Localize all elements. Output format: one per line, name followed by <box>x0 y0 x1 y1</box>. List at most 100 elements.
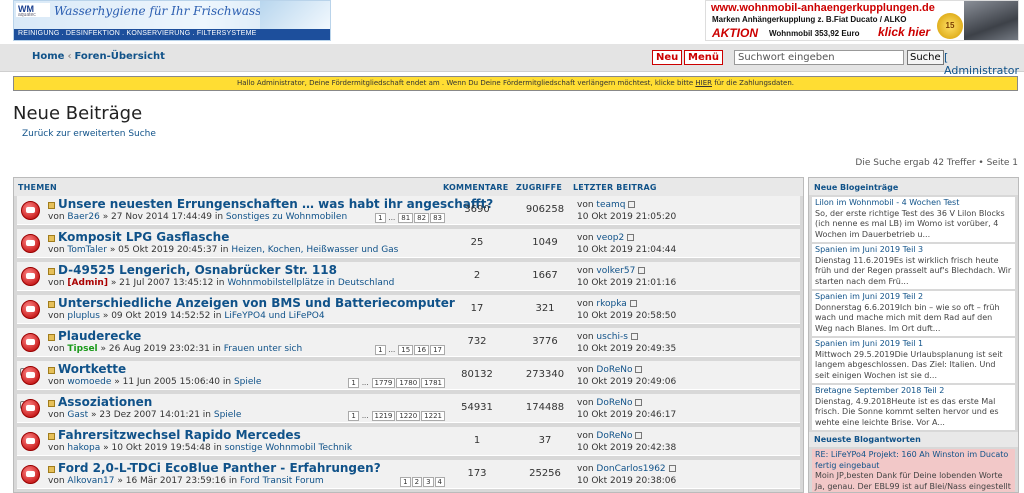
topic-title-link[interactable]: Assoziationen <box>58 395 152 409</box>
last-post-von: von <box>577 233 594 243</box>
new-button[interactable]: Neu <box>652 50 683 65</box>
topic-meta: von Tipsel » 26 Aug 2019 23:02:31 in Fra… <box>48 344 302 354</box>
topic-forum-link[interactable]: Ford Transit Forum <box>240 476 324 486</box>
pagination-page-link[interactable]: 1 <box>375 345 386 355</box>
topic-forum-link[interactable]: Wohnmobilstellplätze in Deutschland <box>227 278 394 288</box>
search-input[interactable] <box>734 50 904 65</box>
pagination-page-link[interactable]: 1781 <box>421 378 445 388</box>
topic-date: » 09 Okt 2019 14:52:52 in <box>102 311 222 321</box>
view-count: 1049 <box>532 237 558 248</box>
pagination-page-link[interactable]: 16 <box>414 345 430 355</box>
topic-forum-link[interactable]: Heizen, Kochen, Heißwasser und Gas <box>231 245 398 255</box>
topic-author-link[interactable]: [Admin] <box>67 278 108 288</box>
topic-title-link[interactable]: Ford 2,0-L-TDCi EcoBlue Panther - Erfahr… <box>58 461 381 475</box>
blog-entry-item[interactable]: Spanien im Juni 2019 Teil 2 Donnerstag 6.… <box>812 291 1015 336</box>
pagination-page-link[interactable]: 17 <box>430 345 445 355</box>
breadcrumb-forum-link[interactable]: Foren-Übersicht <box>74 51 164 62</box>
blog-answer-item[interactable]: RE: LiFeYPo4 Projekt: 160 Ah Winston im … <box>812 449 1015 492</box>
topic-author-link[interactable]: womoede <box>67 377 111 387</box>
pagination-page-link[interactable]: 1 <box>348 411 359 421</box>
topic-author-link[interactable]: Gast <box>67 410 88 420</box>
pagination-page-link[interactable]: 4 <box>434 477 445 487</box>
wm-aquatec-logo: WM aquatec <box>16 3 50 18</box>
topic-forum-link[interactable]: Spiele <box>214 410 242 420</box>
pagination-page-link[interactable]: 1220 <box>396 411 421 421</box>
topic-forum-link[interactable]: Spiele <box>234 377 262 387</box>
pagination-page-link[interactable]: 1 <box>375 213 386 223</box>
blog-entry-title[interactable]: Spanien im Juni 2019 Teil 2 <box>815 292 1012 303</box>
topic-author-link[interactable]: Tipsel <box>67 344 97 354</box>
blog-answer-title[interactable]: RE: LiFeYPo4 Projekt: 160 Ah Winston im … <box>815 450 1012 471</box>
topic-title-link[interactable]: Komposit LPG Gasflasche <box>58 230 229 244</box>
last-post-author-link[interactable]: DoReNo <box>596 365 632 375</box>
topic-title-link[interactable]: Plauderecke <box>58 329 141 343</box>
topic-forum-link[interactable]: sonstige Wohnmobil Technik <box>225 443 352 453</box>
pagination-page-link[interactable]: 1221 <box>421 411 445 421</box>
go-to-post-icon[interactable] <box>635 399 643 406</box>
pagination-page-link[interactable]: 3 <box>423 477 434 487</box>
pagination-page-link[interactable]: 2 <box>411 477 423 487</box>
topic-forum-link[interactable]: LiFeYPO4 und LiFePO4 <box>224 311 324 321</box>
topic-title-link[interactable]: D-49525 Lengerich, Osnabrücker Str. 118 <box>58 263 337 277</box>
pagination-page-link[interactable]: 1779 <box>371 378 396 388</box>
blog-entry-title[interactable]: Spanien im Juni 2019 Teil 3 <box>815 245 1012 256</box>
go-to-post-icon[interactable] <box>635 432 643 439</box>
search-button[interactable]: Suche <box>907 50 944 65</box>
topic-author-link[interactable]: TomTaler <box>67 245 107 255</box>
towbar-ad-banner[interactable]: www.wohnmobil-anhaengerkupplungen.de Mar… <box>705 0 1019 41</box>
last-post-author-link[interactable]: rkopka <box>596 299 626 309</box>
last-post-author-link[interactable]: DoReNo <box>596 431 632 441</box>
go-to-post-icon[interactable] <box>629 300 637 307</box>
last-post-author-link[interactable]: DoReNo <box>596 398 632 408</box>
blog-entry-item[interactable]: Bretagne September 2018 Teil 2 Dienstag, … <box>812 385 1015 430</box>
last-post-author-link[interactable]: volker57 <box>596 266 635 276</box>
blog-entry-item[interactable]: Spanien im Juni 2019 Teil 3 Dienstag 11.6… <box>812 244 1015 289</box>
topic-title-link[interactable]: Unsere neuesten Errungenschaften … was h… <box>58 197 493 211</box>
topic-forum-link[interactable]: Sonstiges zu Wohnmobilen <box>226 212 347 222</box>
back-to-search-link[interactable]: Zurück zur erweiterten Suche <box>22 129 156 139</box>
blog-entry-item[interactable]: Spanien im Juni 2019 Teil 1 Mittwoch 29.5… <box>812 338 1015 383</box>
last-post-author-link[interactable]: DonCarlos1962 <box>596 464 665 474</box>
topic-title-link[interactable]: Wortkette <box>58 362 126 376</box>
table-row: Ford 2,0-L-TDCi EcoBlue Panther - Erfahr… <box>17 460 800 489</box>
topic-author-link[interactable]: pluplus <box>67 311 100 321</box>
pagination-page-link[interactable]: 82 <box>414 213 430 223</box>
topic-author-link[interactable]: hakopa <box>67 443 100 453</box>
last-post: von DoReNo 10 Okt 2019 20:49:06 <box>577 364 676 388</box>
pagination-page-link[interactable]: 1780 <box>396 378 421 388</box>
topic-author-link[interactable]: Baer26 <box>67 212 99 222</box>
go-to-post-icon[interactable] <box>638 267 646 274</box>
table-row: D-49525 Lengerich, Osnabrücker Str. 118 v… <box>17 262 800 291</box>
pagination-page-link[interactable]: 15 <box>398 345 414 355</box>
notice-here-link[interactable]: HIER <box>695 79 712 87</box>
view-count: 3776 <box>532 336 558 347</box>
topic-forum-link[interactable]: Frauen unter sich <box>224 344 302 354</box>
topic-type-icon <box>48 202 55 209</box>
menu-button[interactable]: Menü <box>684 50 723 65</box>
last-post-von: von <box>577 365 594 375</box>
last-post-author-link[interactable]: uschi-s <box>596 332 627 342</box>
topic-author-link[interactable]: Alkovan17 <box>67 476 114 486</box>
pagination-page-link[interactable]: 1 <box>400 477 411 487</box>
pagination-page-link[interactable]: 1219 <box>371 411 396 421</box>
blog-entry-title[interactable]: Lilon im Wohnmobil - 4 Wochen Test <box>815 198 1012 209</box>
last-post-author-link[interactable]: teamq <box>596 200 625 210</box>
go-to-post-icon[interactable] <box>627 234 635 241</box>
blog-answer-text: Moin JP,besten Dank für Deine lobenden W… <box>815 471 1011 491</box>
go-to-post-icon[interactable] <box>628 201 636 208</box>
topic-title-link[interactable]: Fahrersitzwechsel Rapido Mercedes <box>58 428 301 442</box>
go-to-post-icon[interactable] <box>668 465 676 472</box>
blog-entry-item[interactable]: Lilon im Wohnmobil - 4 Wochen Test So, de… <box>812 197 1015 242</box>
pagination-page-link[interactable]: 83 <box>430 213 445 223</box>
pagination-page-link[interactable]: 1 <box>348 378 359 388</box>
water-hygiene-ad-banner[interactable]: WM aquatec Wasserhygiene für Ihr Frischwa… <box>13 0 331 41</box>
blog-entry-title[interactable]: Bretagne September 2018 Teil 2 <box>815 386 1012 397</box>
go-to-post-icon[interactable] <box>635 366 643 373</box>
blog-entry-title[interactable]: Spanien im Juni 2019 Teil 1 <box>815 339 1012 350</box>
go-to-post-icon[interactable] <box>630 333 638 340</box>
pagination-page-link[interactable]: 81 <box>398 213 414 223</box>
topic-meta: von TomTaler » 05 Okt 2019 20:45:37 in H… <box>48 245 398 255</box>
last-post-author-link[interactable]: veop2 <box>596 233 624 243</box>
breadcrumb-home-link[interactable]: Home <box>32 51 64 62</box>
topic-title-link[interactable]: Unterschiedliche Anzeigen von BMS und Ba… <box>58 296 455 310</box>
